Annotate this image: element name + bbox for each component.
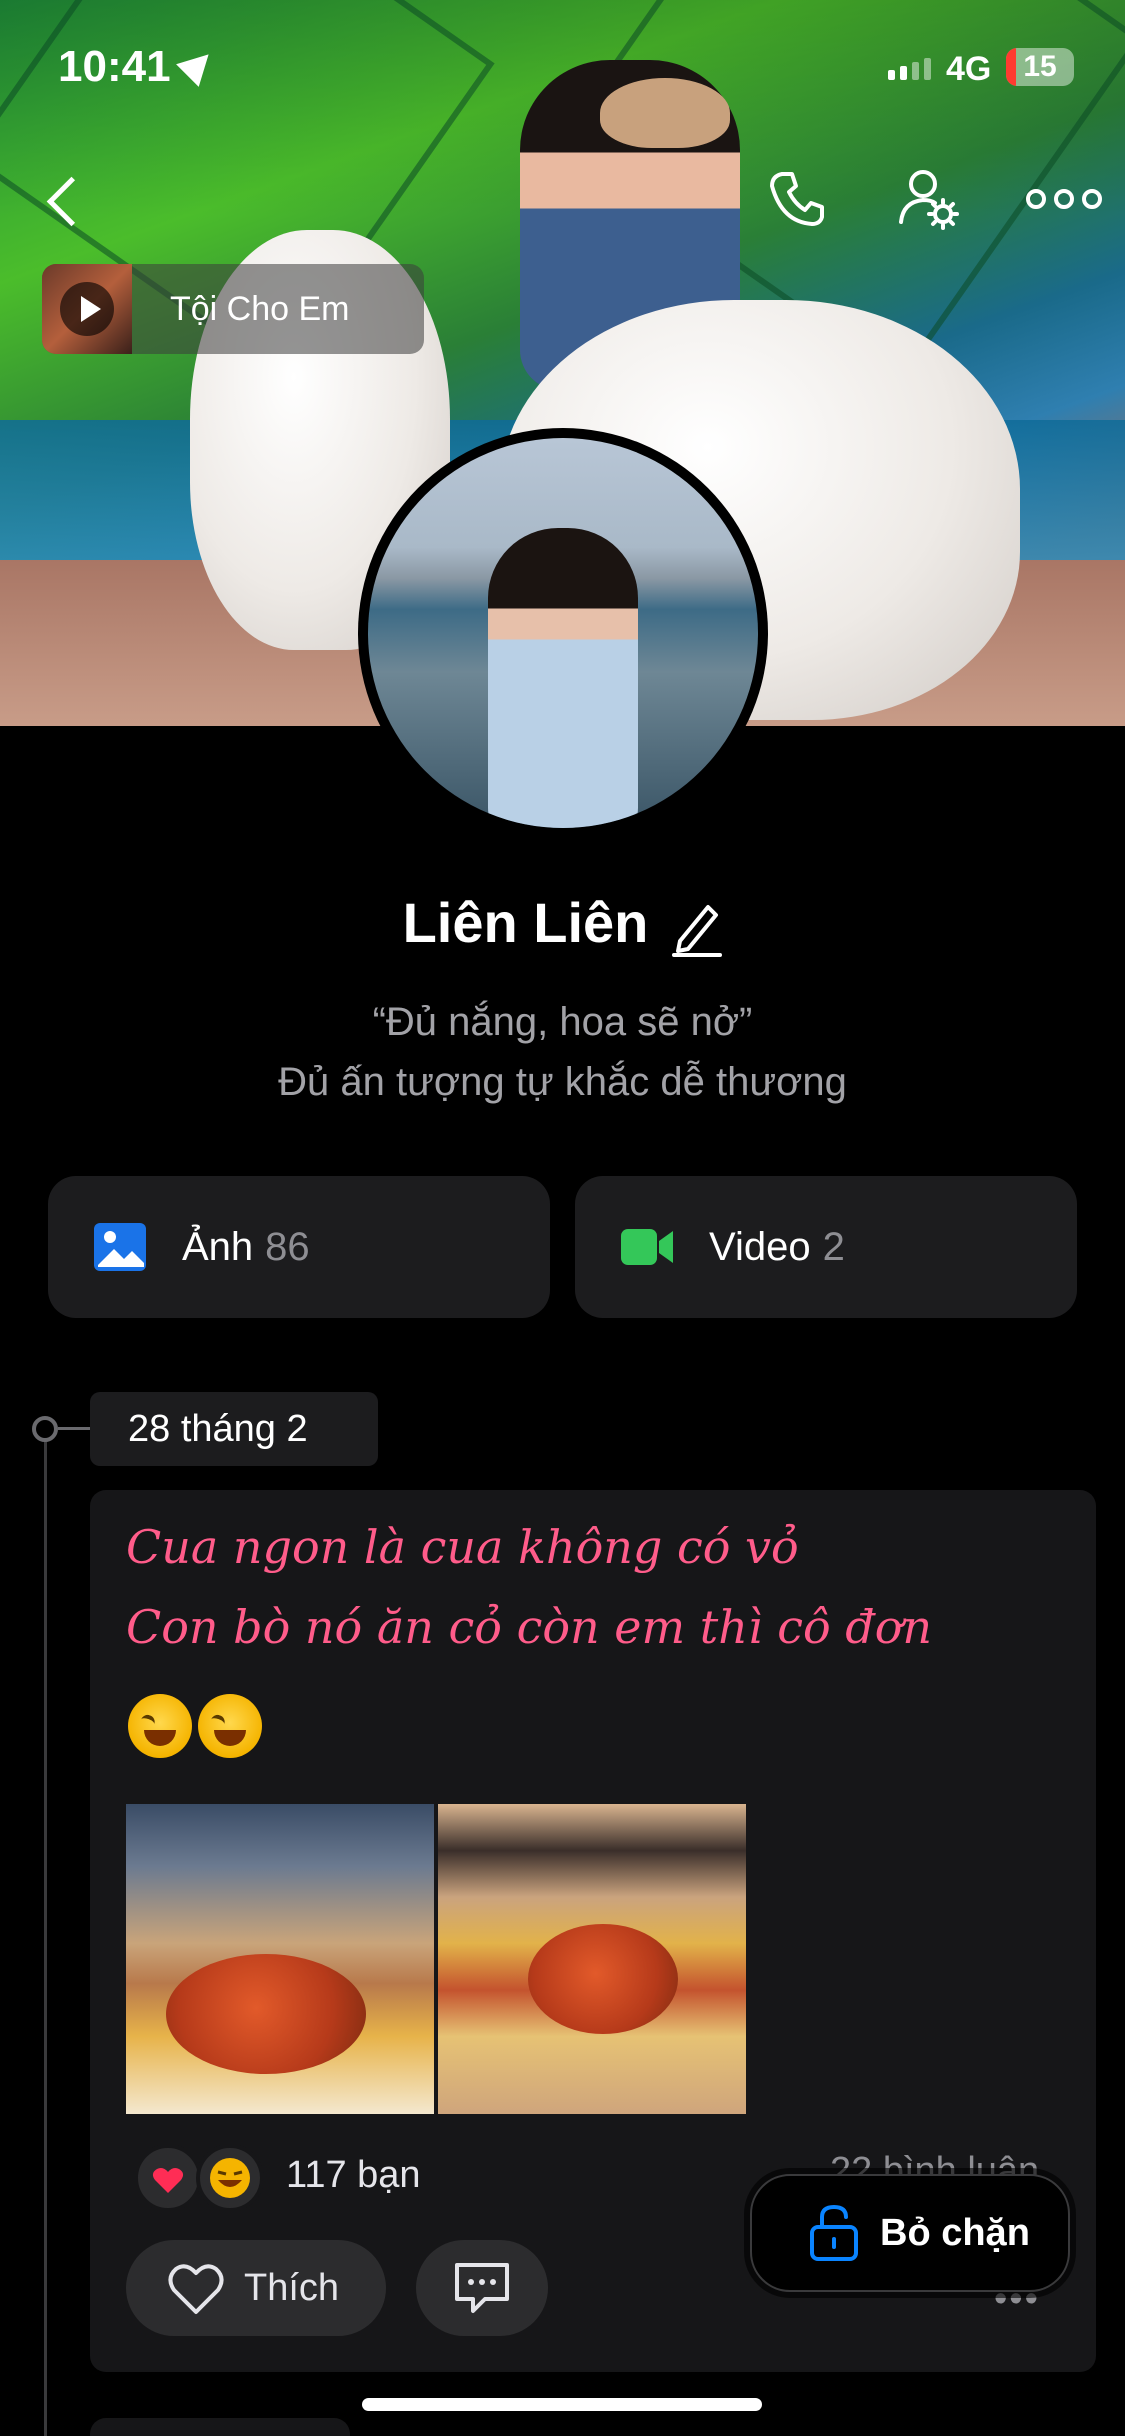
music-thumbnail: [42, 264, 132, 354]
edit-name-button[interactable]: [670, 897, 723, 958]
post-text-line-2: Con bò nó ăn cỏ còn em thì cô đơn: [126, 1600, 933, 1654]
videos-count: 2: [822, 1224, 845, 1269]
reactions-count[interactable]: 117 bạn: [286, 2154, 421, 2197]
avatar-person: [488, 528, 638, 828]
videos-button[interactable]: Video 2: [575, 1176, 1077, 1318]
avatar-image: [368, 438, 758, 828]
unlock-icon: [810, 2204, 858, 2261]
timeline-date: 28 tháng 2: [90, 1392, 378, 1466]
heart-icon: [152, 2168, 184, 2193]
profile-name: Liên Liên: [402, 891, 649, 954]
call-button[interactable]: [762, 164, 832, 234]
comment-button[interactable]: [416, 2240, 548, 2336]
crab-dish: [166, 1954, 366, 2074]
photo-icon: [94, 1223, 146, 1271]
next-post-card: [90, 2418, 350, 2436]
more-horizontal-icon: [1026, 189, 1102, 209]
location-arrow-icon: [176, 43, 220, 87]
timeline-dot: [32, 1416, 58, 1442]
battery-icon: 15: [1006, 48, 1074, 86]
photos-label: Ảnh: [182, 1224, 254, 1269]
post-text-line-1: Cua ngon là cua không có vỏ: [126, 1520, 799, 1574]
photos-count: 86: [265, 1224, 310, 1269]
profile-settings-button[interactable]: [893, 164, 963, 234]
bio-line-2: Đủ ấn tượng tự khắc dễ thương: [278, 1060, 847, 1104]
heart-outline-icon: [168, 2264, 224, 2314]
comment-icon: [455, 2263, 509, 2313]
unblock-button[interactable]: Bỏ chặn: [750, 2174, 1070, 2292]
cellular-signal-icon: [888, 58, 931, 80]
profile-music[interactable]: Tội Cho Em: [42, 264, 424, 354]
videos-label: Video: [709, 1224, 811, 1269]
laugh-reaction: [196, 2144, 264, 2212]
post-photo[interactable]: [438, 1804, 746, 2114]
like-label: Thích: [244, 2266, 340, 2309]
laughing-emoji-icon: [198, 1694, 262, 1758]
pencil-icon: [672, 905, 723, 958]
post-photo[interactable]: [126, 1804, 434, 2114]
more-options-button[interactable]: [1024, 164, 1104, 234]
laughing-face-icon: [210, 2158, 250, 2198]
status-bar: 10:41 4G 15: [0, 0, 1125, 120]
profile-name-row: Liên Liên: [0, 890, 1125, 958]
status-time: 10:41: [58, 42, 171, 91]
timeline-connector: [58, 1427, 90, 1430]
user-settings-icon: [899, 170, 959, 230]
unblock-label: Bỏ chặn: [880, 2211, 1030, 2254]
crab-dish: [528, 1924, 678, 2034]
music-title: Tội Cho Em: [170, 289, 350, 328]
bio-line-1: “Đủ nắng, hoa sẽ nở”: [372, 1000, 753, 1044]
home-indicator[interactable]: [362, 2398, 762, 2411]
heart-reaction: [134, 2144, 202, 2212]
phone-icon: [770, 172, 824, 226]
laughing-emoji-icon: [128, 1694, 192, 1758]
play-icon[interactable]: [60, 282, 114, 336]
timeline-line: [44, 1428, 47, 2436]
back-button[interactable]: [44, 170, 84, 230]
network-type: 4G: [946, 50, 992, 88]
video-camera-icon: [621, 1229, 673, 1265]
like-button[interactable]: Thích: [126, 2240, 386, 2336]
photos-button[interactable]: Ảnh 86: [48, 1176, 550, 1318]
battery-level: 15: [1023, 50, 1057, 83]
avatar[interactable]: [358, 428, 768, 838]
